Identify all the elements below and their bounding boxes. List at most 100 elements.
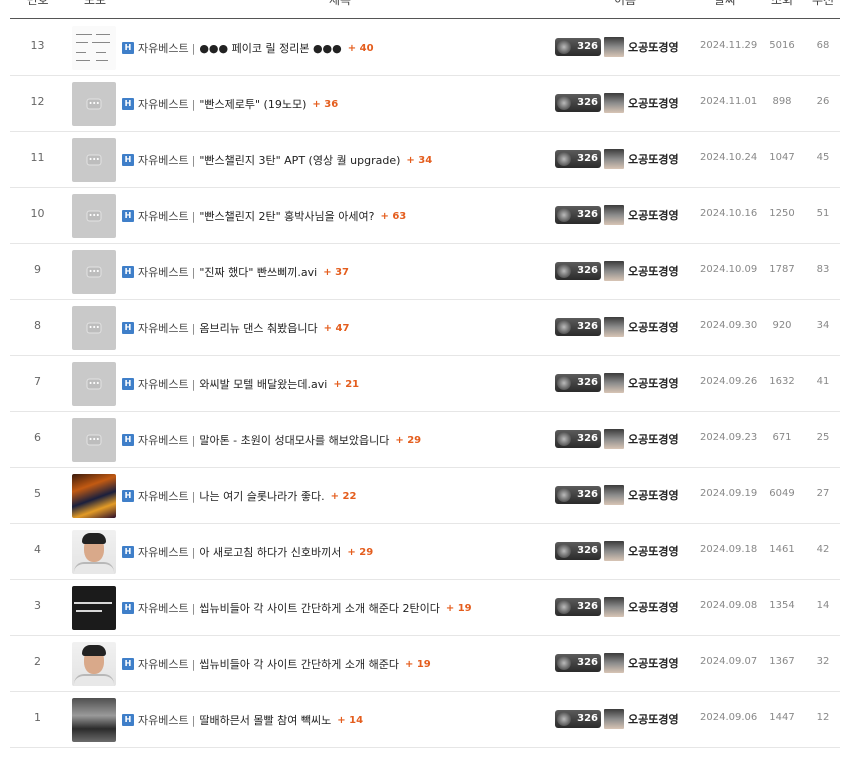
post-title: H 자유베스트 | 씹뉴비들아 각 사이트 간단하게 소개 해준다 2탄이다 + 19 [122,600,472,616]
author-name[interactable]: 오공또경영 [628,487,679,503]
post-author[interactable]: 326 오공또경영 [555,92,679,114]
post-subject-link[interactable]: "빤스챌린지 3탄" APT (영상 퀄 upgrade) [199,152,400,168]
image-placeholder-icon: ••• [86,98,102,110]
author-name[interactable]: 오공또경영 [628,599,679,615]
post-subject-link[interactable]: "빤스제로투" (19노모) [199,96,306,112]
post-author[interactable]: 326 오공또경영 [555,260,679,282]
post-author[interactable]: 326 오공또경영 [555,148,679,170]
post-author[interactable]: 326 오공또경영 [555,540,679,562]
post-subject-link[interactable]: 말아톤 - 초원이 성대모사를 해보았읍니다 [199,432,389,448]
comment-count[interactable]: + 14 [337,715,363,726]
post-author[interactable]: 326 오공또경영 [555,316,679,338]
post-subject-link[interactable]: ●●● 페이코 릴 정리본 ●●● [199,40,341,56]
level-badge-icon: 326 [555,318,601,336]
post-subject-link[interactable]: 나는 여기 슬롯나라가 좋다. [199,488,324,504]
post-author[interactable]: 326 오공또경영 [555,652,679,674]
author-name[interactable]: 오공또경영 [628,263,679,279]
post-subject-link[interactable]: 옴브리뉴 댄스 춰봤읍니다 [199,320,317,336]
comment-count[interactable]: + 19 [446,603,472,614]
post-category[interactable]: 자유베스트 [138,432,189,448]
post-thumbnail[interactable]: ••• [72,362,116,406]
post-subject-link[interactable]: "빤스챌린지 2탄" 홍박사님을 아세여? [199,208,374,224]
post-title: H 자유베스트 | 말아톤 - 초원이 성대모사를 해보았읍니다 + 29 [122,432,421,448]
comment-count[interactable]: + 29 [395,435,421,446]
post-subject-link[interactable]: 씹뉴비들아 각 사이트 간단하게 소개 해준다 2탄이다 [199,600,440,616]
comment-count[interactable]: + 29 [347,547,373,558]
hot-badge-icon: H [122,434,134,446]
hot-badge-icon: H [122,42,134,54]
comment-count[interactable]: + 21 [333,379,359,390]
post-author[interactable]: 326 오공또경영 [555,428,679,450]
author-name[interactable]: 오공또경영 [628,543,679,559]
post-thumbnail[interactable] [72,642,116,686]
post-thumbnail[interactable]: ••• [72,418,116,462]
post-category[interactable]: 자유베스트 [138,96,189,112]
author-name[interactable]: 오공또경영 [628,95,679,111]
post-thumbnail[interactable]: ••• [72,250,116,294]
comment-count[interactable]: + 47 [324,323,350,334]
author-name[interactable]: 오공또경영 [628,711,679,727]
post-category[interactable]: 자유베스트 [138,656,189,672]
post-author[interactable]: 326 오공또경영 [555,36,679,58]
post-category[interactable]: 자유베스트 [138,376,189,392]
category-separator: | [191,601,196,615]
hot-badge-icon: H [122,602,134,614]
post-category[interactable]: 자유베스트 [138,320,189,336]
author-name[interactable]: 오공또경영 [628,151,679,167]
post-category[interactable]: 자유베스트 [138,40,189,56]
post-category[interactable]: 자유베스트 [138,544,189,560]
post-views: 1250 [769,208,795,219]
comment-count[interactable]: + 63 [380,211,406,222]
author-name[interactable]: 오공또경영 [628,431,679,447]
post-thumbnail[interactable]: ••• [72,306,116,350]
author-name[interactable]: 오공또경영 [628,39,679,55]
table-row: 4 H 자유베스트 | 아 새로고침 하다가 신호바끼서 + 29 326 오공또경영 2024… [10,524,840,580]
author-name[interactable]: 오공또경영 [628,375,679,391]
post-author[interactable]: 326 오공또경영 [555,484,679,506]
post-date: 2024.09.30 [700,320,758,331]
post-title: H 자유베스트 | 나는 여기 슬롯나라가 좋다. + 22 [122,488,356,504]
post-thumbnail[interactable] [72,474,116,518]
post-thumbnail[interactable] [72,26,116,70]
post-author[interactable]: 326 오공또경영 [555,372,679,394]
post-thumbnail[interactable]: ••• [72,194,116,238]
post-subject-link[interactable]: "진짜 했다" 빤쓰삐끼.avi [199,264,317,280]
level-badge-icon: 326 [555,206,601,224]
post-category[interactable]: 자유베스트 [138,600,189,616]
post-subject-link[interactable]: 씹뉴비들아 각 사이트 간단하게 소개 해준다 [199,656,399,672]
post-subject-link[interactable]: 아 새로고침 하다가 신호바끼서 [199,544,341,560]
hot-badge-icon: H [122,266,134,278]
author-name[interactable]: 오공또경영 [628,319,679,335]
post-category[interactable]: 자유베스트 [138,712,189,728]
comment-count[interactable]: + 22 [331,491,357,502]
author-name[interactable]: 오공또경영 [628,655,679,671]
comment-count[interactable]: + 36 [312,99,338,110]
post-date: 2024.09.08 [700,600,758,611]
post-thumbnail[interactable] [72,586,116,630]
post-thumbnail[interactable] [72,698,116,742]
category-separator: | [191,377,196,391]
comment-count[interactable]: + 34 [406,155,432,166]
post-author[interactable]: 326 오공또경영 [555,204,679,226]
post-number: 13 [30,39,45,52]
post-date: 2024.09.26 [700,376,758,387]
post-thumbnail[interactable]: ••• [72,138,116,182]
post-author[interactable]: 326 오공또경영 [555,708,679,730]
post-title: H 자유베스트 | 와씨발 모텔 배달왔는데.avi + 21 [122,376,359,392]
comment-count[interactable]: + 40 [348,43,374,54]
post-title: H 자유베스트 | "진짜 했다" 빤쓰삐끼.avi + 37 [122,264,349,280]
post-author[interactable]: 326 오공또경영 [555,596,679,618]
avatar [604,205,624,225]
author-name[interactable]: 오공또경영 [628,207,679,223]
post-thumbnail[interactable]: ••• [72,82,116,126]
post-subject-link[interactable]: 딸배하믄서 몰빨 참여 빽씨노 [199,712,331,728]
post-subject-link[interactable]: 와씨발 모텔 배달왔는데.avi [199,376,327,392]
post-likes: 42 [816,544,830,555]
post-category[interactable]: 자유베스트 [138,488,189,504]
post-thumbnail[interactable] [72,530,116,574]
post-category[interactable]: 자유베스트 [138,208,189,224]
comment-count[interactable]: + 37 [323,267,349,278]
post-category[interactable]: 자유베스트 [138,152,189,168]
post-category[interactable]: 자유베스트 [138,264,189,280]
comment-count[interactable]: + 19 [405,659,431,670]
